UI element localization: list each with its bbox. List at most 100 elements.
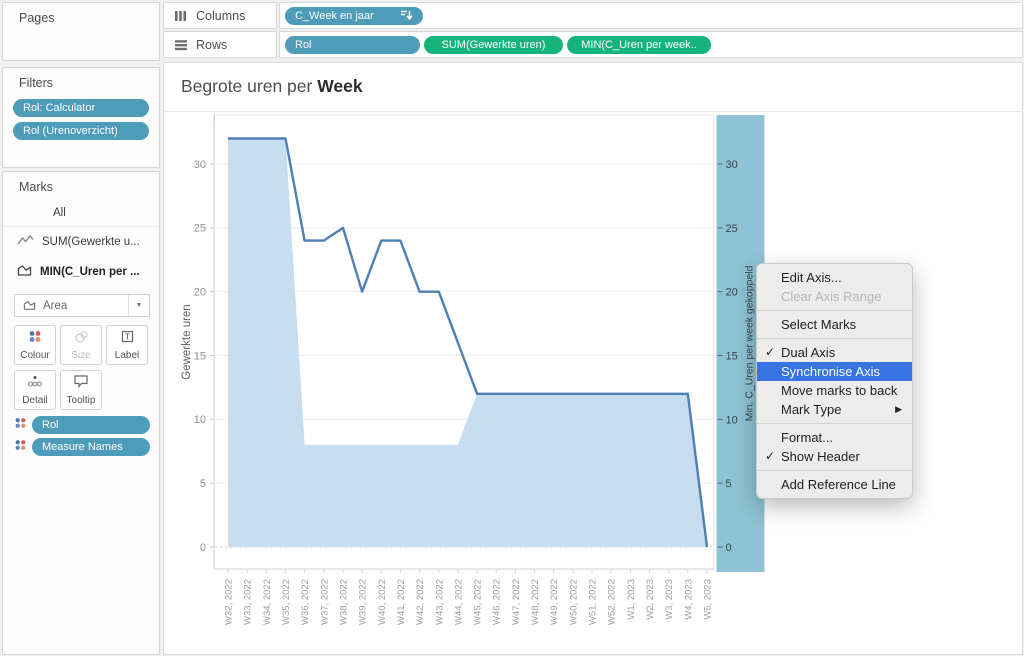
pill-sum-gewerkte-uren[interactable]: SUM(Gewerkte uren) (424, 36, 563, 54)
rows-shelf-label: Rows (196, 38, 227, 52)
left-tick-label: 25 (194, 223, 206, 235)
x-tick-label[interactable]: W34, 2022 (262, 579, 273, 625)
right-tick-label: 30 (726, 159, 738, 171)
x-tick-label[interactable]: W45, 2022 (473, 579, 484, 625)
menu-item-format[interactable]: Format... (757, 428, 912, 447)
pill-label: Rol: Calculator (23, 102, 95, 114)
tooltip-icon (73, 374, 89, 393)
menu-item-select-marks[interactable]: Select Marks (757, 315, 912, 334)
x-tick-label[interactable]: W1, 2023 (626, 579, 637, 620)
menu-item-label: Format... (781, 430, 833, 445)
filter-pill-rol-urenoverzicht[interactable]: Rol (Urenoverzicht) (13, 122, 149, 140)
svg-text:T: T (124, 331, 129, 341)
detail-icon (27, 375, 43, 393)
menu-item-show-header[interactable]: ✓Show Header (757, 447, 912, 466)
marks-tab-sum-gewerkte-uren[interactable]: SUM(Gewerkte u... (3, 227, 159, 257)
x-tick-label[interactable]: W5, 2023 (703, 579, 714, 620)
columns-shelf[interactable]: C_Week en jaar (279, 2, 1023, 29)
x-tick-label[interactable]: W52, 2022 (607, 579, 618, 625)
menu-item-synchronise-axis[interactable]: Synchronise Axis (757, 362, 912, 381)
sheet-title-bold: Week (317, 76, 362, 96)
colour-button[interactable]: Colour (14, 325, 56, 365)
x-tick-label[interactable]: W44, 2022 (453, 579, 464, 625)
pill-label: Rol (295, 39, 312, 51)
marks-pill-row: Measure Names (14, 438, 150, 456)
x-tick-label[interactable]: W38, 2022 (339, 579, 350, 625)
mark-type-dropdown[interactable]: Area ▼ (14, 294, 150, 317)
menu-item-label: Move marks to back (781, 383, 897, 398)
x-tick-label[interactable]: W33, 2022 (243, 579, 254, 625)
marks-pill-row: Rol (14, 416, 150, 434)
right-tick-label: 15 (726, 351, 738, 363)
size-button-label: Size (71, 350, 90, 361)
menu-item-dual-axis[interactable]: ✓Dual Axis (757, 343, 912, 362)
x-tick-label[interactable]: W4, 2023 (683, 579, 694, 620)
x-tick-label[interactable]: W41, 2022 (396, 579, 407, 625)
axis-context-menu: Edit Axis...Clear Axis RangeSelect Marks… (756, 263, 913, 499)
filter-pill-list: Rol: Calculator Rol (Urenoverzicht) (3, 99, 159, 140)
filters-shelf[interactable]: Filters Rol: Calculator Rol (Urenoverzich… (2, 67, 160, 168)
x-tick-label[interactable]: W46, 2022 (492, 579, 503, 625)
x-tick-label[interactable]: W51, 2022 (588, 579, 599, 625)
menu-item-label: Add Reference Line (781, 477, 896, 492)
right-tick-label: 10 (726, 414, 738, 426)
x-tick-label[interactable]: W50, 2022 (568, 579, 579, 625)
menu-item-mark-type[interactable]: Mark Type▶ (757, 400, 912, 419)
menu-item-move-marks-to-back[interactable]: Move marks to back (757, 381, 912, 400)
area-mark-min-uren[interactable] (228, 139, 707, 548)
menu-item-edit-axis[interactable]: Edit Axis... (757, 268, 912, 287)
x-tick-label[interactable]: W42, 2022 (415, 579, 426, 625)
x-tick-label[interactable]: W3, 2023 (664, 579, 675, 620)
columns-icon (174, 10, 188, 22)
pill-measure-names[interactable]: Measure Names (32, 438, 150, 456)
pill-label: SUM(Gewerkte uren) (442, 39, 546, 51)
area-mark-icon (23, 300, 36, 311)
x-tick-label[interactable]: W48, 2022 (530, 579, 541, 625)
x-tick-label[interactable]: W40, 2022 (377, 579, 388, 625)
columns-pill-list: C_Week en jaar (285, 7, 423, 25)
marks-tab-min-uren[interactable]: MIN(C_Uren per ... (3, 257, 159, 287)
filter-pill-rol-calculator[interactable]: Rol: Calculator (13, 99, 149, 117)
size-button[interactable]: Size (60, 325, 102, 365)
marks-card: Marks All SUM(Gewerkte u... MIN(C_Uren p… (2, 171, 160, 655)
pill-c-week-en-jaar[interactable]: C_Week en jaar (285, 7, 423, 25)
x-tick-label[interactable]: W39, 2022 (358, 579, 369, 625)
submenu-arrow-icon: ▶ (895, 400, 902, 419)
sort-icon[interactable] (400, 10, 413, 21)
pill-label: Measure Names (42, 441, 123, 453)
tooltip-button[interactable]: Tooltip (60, 370, 102, 410)
mark-type-value: Area (43, 300, 67, 312)
pill-rol[interactable]: Rol (285, 36, 420, 54)
filters-title: Filters (3, 68, 159, 90)
pill-label: Rol (42, 419, 59, 431)
sheet-title: Begrote uren per Week (181, 76, 363, 97)
menu-separator (757, 423, 912, 424)
x-tick-label[interactable]: W49, 2022 (549, 579, 560, 625)
menu-item-add-reference-line[interactable]: Add Reference Line (757, 475, 912, 494)
x-tick-label[interactable]: W35, 2022 (281, 579, 292, 625)
left-axis-title[interactable]: Gewerkte uren (181, 304, 193, 379)
pages-shelf[interactable]: Pages (2, 2, 160, 61)
left-tick-label: 0 (200, 542, 206, 554)
pages-title: Pages (3, 3, 159, 25)
line-mark-icon (17, 234, 34, 250)
detail-button[interactable]: Detail (14, 370, 56, 410)
menu-item-label: Edit Axis... (781, 270, 842, 285)
x-tick-label[interactable]: W32, 2022 (224, 579, 235, 625)
x-tick-label[interactable]: W43, 2022 (434, 579, 445, 625)
x-tick-label[interactable]: W37, 2022 (319, 579, 330, 625)
marks-tab-all[interactable]: All (3, 200, 159, 227)
columns-shelf-label-box: Columns (163, 2, 277, 29)
marks-tab-sum-label: SUM(Gewerkte u... (42, 236, 140, 248)
x-tick-label[interactable]: W36, 2022 (300, 579, 311, 625)
pill-rol-marks[interactable]: Rol (32, 416, 150, 434)
rows-shelf[interactable]: Rol SUM(Gewerkte uren) MIN(C_Uren per week… (279, 31, 1023, 58)
label-button[interactable]: T Label (106, 325, 148, 365)
x-tick-label[interactable]: W2, 2023 (645, 579, 656, 620)
pill-min-c-uren-per-week[interactable]: MIN(C_Uren per week.. (567, 36, 711, 54)
left-tick-label: 10 (194, 414, 206, 426)
x-tick-label[interactable]: W47, 2022 (511, 579, 522, 625)
chevron-down-icon[interactable]: ▼ (128, 295, 149, 316)
right-axis-title[interactable]: Min. C_Uren per week gekoppeld (744, 265, 756, 421)
checkmark-icon: ✓ (765, 343, 775, 362)
